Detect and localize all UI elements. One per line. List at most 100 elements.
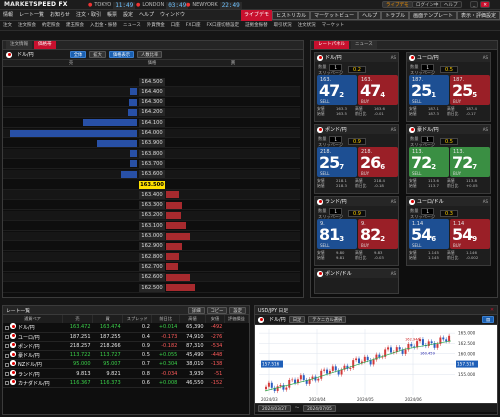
sell-button[interactable]: 113. 722 SELL: [409, 147, 449, 177]
rate-col-head[interactable]: 評価損益: [224, 315, 250, 323]
tab-rate-panel[interactable]: レートパネル: [314, 41, 349, 49]
sell-button[interactable]: 163. 472 SELL: [317, 75, 357, 105]
book-ratio-button[interactable]: 人数比率: [137, 51, 163, 58]
rate-row[interactable]: ポンド/円 218.257 218.266 0.9 -0.182 87,310 -534: [3, 341, 249, 352]
tile-pair[interactable]: ポンド/円: [325, 126, 347, 133]
buy-button[interactable]: 218. 266 BUY: [358, 147, 398, 177]
book-row[interactable]: 162.600: [3, 272, 300, 283]
book-row[interactable]: 163.100: [3, 221, 300, 231]
chart-pair-select[interactable]: ドル/円: [269, 316, 286, 323]
menu-display-settings[interactable]: 表示・評価設定: [456, 11, 500, 20]
menu-template[interactable]: 画面テンプレート: [409, 11, 457, 20]
book-row[interactable]: 163.700: [3, 159, 300, 170]
menu-live-demo[interactable]: ライブデモ: [241, 9, 273, 21]
tile-pair[interactable]: ユーロ/ドル: [417, 198, 444, 205]
tool-margin-transfer[interactable]: 証拠金振替: [242, 21, 271, 31]
row-checkbox[interactable]: [5, 325, 9, 330]
menu-rate-list[interactable]: レート一覧: [16, 10, 47, 21]
minimize-icon[interactable]: _: [470, 1, 479, 8]
tool-deposit[interactable]: 入出金・振替: [87, 21, 120, 31]
rate-col-head[interactable]: 高値: [179, 315, 207, 323]
menu-window[interactable]: ウィンドウ: [157, 10, 188, 21]
rate-row[interactable]: ユーロ/円 187.251 187.255 0.4 -0.173 74,910 -276: [3, 332, 249, 342]
book-pair-select[interactable]: ドル/円: [17, 51, 34, 58]
book-row[interactable]: 162.700: [3, 262, 300, 273]
rate-col-head[interactable]: 買: [92, 315, 124, 323]
sell-button[interactable]: 9. 813 SELL: [317, 219, 357, 249]
book-row[interactable]: 163.400: [3, 190, 300, 200]
rate-col-head[interactable]: 前日比: [151, 315, 180, 323]
book-row[interactable]: 164.200: [3, 107, 300, 118]
book-row[interactable]: 164.500: [3, 77, 300, 87]
book-row[interactable]: 163.500: [3, 180, 300, 190]
rate-row[interactable]: NZドル/円 95.000 95.007 0.7 +0.304 38,010 -138: [3, 359, 249, 370]
sell-button[interactable]: 1.14 546 SELL: [409, 219, 449, 249]
sell-button[interactable]: 187. 251 SELL: [409, 75, 449, 105]
row-checkbox[interactable]: [5, 353, 9, 358]
row-checkbox[interactable]: [5, 344, 9, 349]
menu-help[interactable]: ヘルプ: [136, 10, 157, 21]
tile-pair[interactable]: 豪ドル/円: [417, 126, 439, 133]
tile-pair[interactable]: ドル/円: [325, 54, 342, 61]
buy-button[interactable]: 187. 255 BUY: [450, 75, 490, 105]
rate-col-head[interactable]: 売: [62, 315, 94, 323]
book-row[interactable]: 163.000: [3, 231, 300, 242]
tool-fx-deposit[interactable]: 外貨預金: [144, 21, 168, 31]
book-price-button[interactable]: 価格表示: [108, 51, 135, 58]
help-button[interactable]: ヘルプ: [440, 1, 462, 8]
tool-market[interactable]: マーケット: [319, 21, 348, 31]
buy-button[interactable]: 163. 474 BUY: [358, 75, 398, 105]
book-row[interactable]: 163.900: [3, 139, 300, 149]
close-icon[interactable]: ✕: [480, 1, 491, 8]
book-row[interactable]: 164.300: [3, 98, 300, 108]
rate-detail-button[interactable]: 詳細: [187, 306, 205, 314]
book-row[interactable]: 164.100: [3, 118, 300, 128]
tab-price-range[interactable]: 価格帯: [34, 41, 56, 49]
chart-close-icon[interactable]: ✕: [490, 308, 494, 313]
menu-notice[interactable]: お知らせ: [47, 10, 73, 21]
buy-button[interactable]: 113. 727 BUY: [450, 147, 490, 177]
tool-order-inquiry[interactable]: 注文照会: [15, 21, 39, 31]
tool-order-status[interactable]: 注文状況: [295, 21, 319, 31]
rate-settings-button[interactable]: 設定: [229, 306, 246, 314]
rate-copy-button[interactable]: コピー: [206, 306, 228, 314]
row-checkbox[interactable]: [5, 381, 9, 386]
book-row[interactable]: 163.200: [3, 210, 300, 221]
rate-col-head[interactable]: 安値: [205, 315, 225, 323]
buy-button[interactable]: 1.14 549 BUY: [450, 219, 490, 249]
book-row[interactable]: 163.300: [3, 201, 300, 211]
book-row[interactable]: 163.600: [3, 169, 300, 180]
book-row[interactable]: 162.500: [3, 283, 300, 293]
book-zoom-button[interactable]: 拡大: [89, 51, 106, 58]
tab-order-info[interactable]: 注文情報: [6, 41, 32, 49]
chart-tool-icon[interactable]: ▤: [481, 316, 494, 323]
book-row[interactable]: 162.900: [3, 242, 300, 252]
book-row[interactable]: 162.800: [3, 252, 300, 262]
menu-order[interactable]: 注文・取引: [73, 10, 104, 21]
tile-pair[interactable]: ポンド/ドル: [325, 270, 352, 277]
tool-fx-switch[interactable]: FX口座切替設定: [203, 21, 242, 31]
tool-position-inquiry[interactable]: 建玉照会: [63, 21, 87, 31]
menu-report[interactable]: 帳票: [104, 10, 120, 21]
menu-info[interactable]: 情報: [0, 10, 16, 21]
chart-period-button[interactable]: 日足: [288, 316, 306, 323]
menu-trouble[interactable]: トラブル: [381, 11, 410, 20]
live-demo-badge[interactable]: ライブデモ: [382, 1, 413, 8]
menu-market-view[interactable]: マーケットビュー: [310, 11, 359, 20]
tool-order[interactable]: 注文: [0, 21, 15, 31]
tool-fx-account[interactable]: FX口座: [183, 21, 204, 31]
tile-pair[interactable]: ランド/円: [325, 198, 347, 205]
book-row[interactable]: 164.400: [3, 87, 300, 97]
book-row[interactable]: 164.000: [3, 128, 300, 139]
rate-row[interactable]: ランド/円 9.813 9.821 0.8 -0.034 3,930 -51: [3, 368, 249, 379]
buy-button[interactable]: 9. 822 BUY: [358, 219, 398, 249]
chart-from-date[interactable]: 2024/03/27: [258, 404, 291, 412]
tile-pair[interactable]: ユーロ/円: [417, 54, 439, 61]
price-chart[interactable]: 165.000162.500160.000157.500155.0002024/…: [255, 325, 497, 403]
book-all-button[interactable]: 全体: [69, 51, 87, 58]
tool-account[interactable]: 口座: [168, 21, 183, 31]
tool-exec-inquiry[interactable]: 約定照会: [39, 21, 63, 31]
rate-row[interactable]: ドル/円 163.472 163.474 0.2 +0.014 65,390 -492: [3, 323, 249, 333]
rate-row[interactable]: カナダドル/円 116.367 116.373 0.6 +0.008 46,550 -152: [3, 378, 249, 388]
tool-news[interactable]: ニュース: [120, 21, 144, 31]
